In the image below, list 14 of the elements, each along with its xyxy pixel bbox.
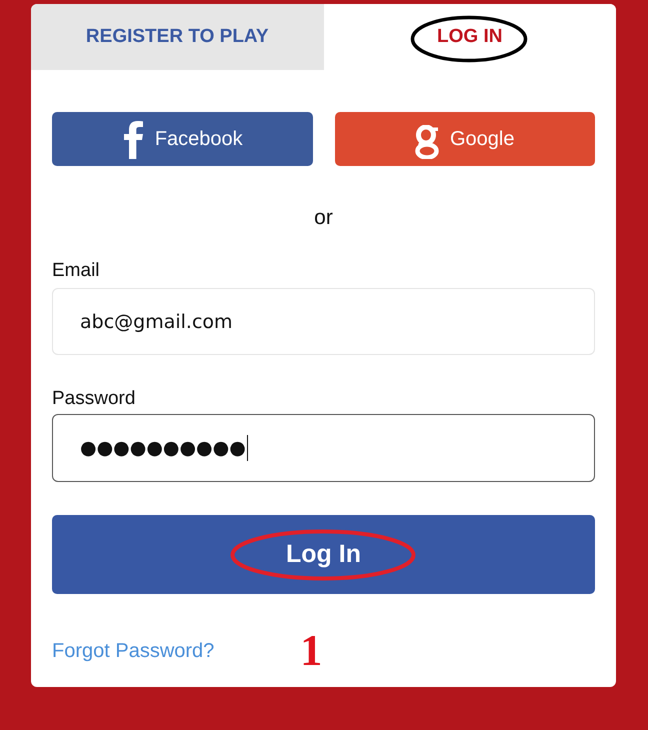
tab[interactable]: REGISTER TO PLAY <box>31 4 324 70</box>
google-button[interactable]: Google <box>334 112 595 166</box>
annotation-number: 1 <box>300 631 322 671</box>
field-label: Password <box>52 388 136 410</box>
password-field[interactable]: ●●●●●●●●●● <box>52 414 595 482</box>
facebook-logo-icon <box>122 121 144 159</box>
forgot-password-link[interactable]: Forgot Password? <box>52 639 214 663</box>
or-divider-text: or <box>313 206 334 230</box>
text-cursor-icon <box>246 435 248 461</box>
log-in-button[interactable]: Log In <box>52 515 595 594</box>
facebook-button[interactable]: Facebook <box>52 112 312 166</box>
email-field[interactable]: abc@gmail.com <box>52 288 595 355</box>
field-label: Email <box>52 260 100 282</box>
google-logo-icon <box>415 124 439 158</box>
